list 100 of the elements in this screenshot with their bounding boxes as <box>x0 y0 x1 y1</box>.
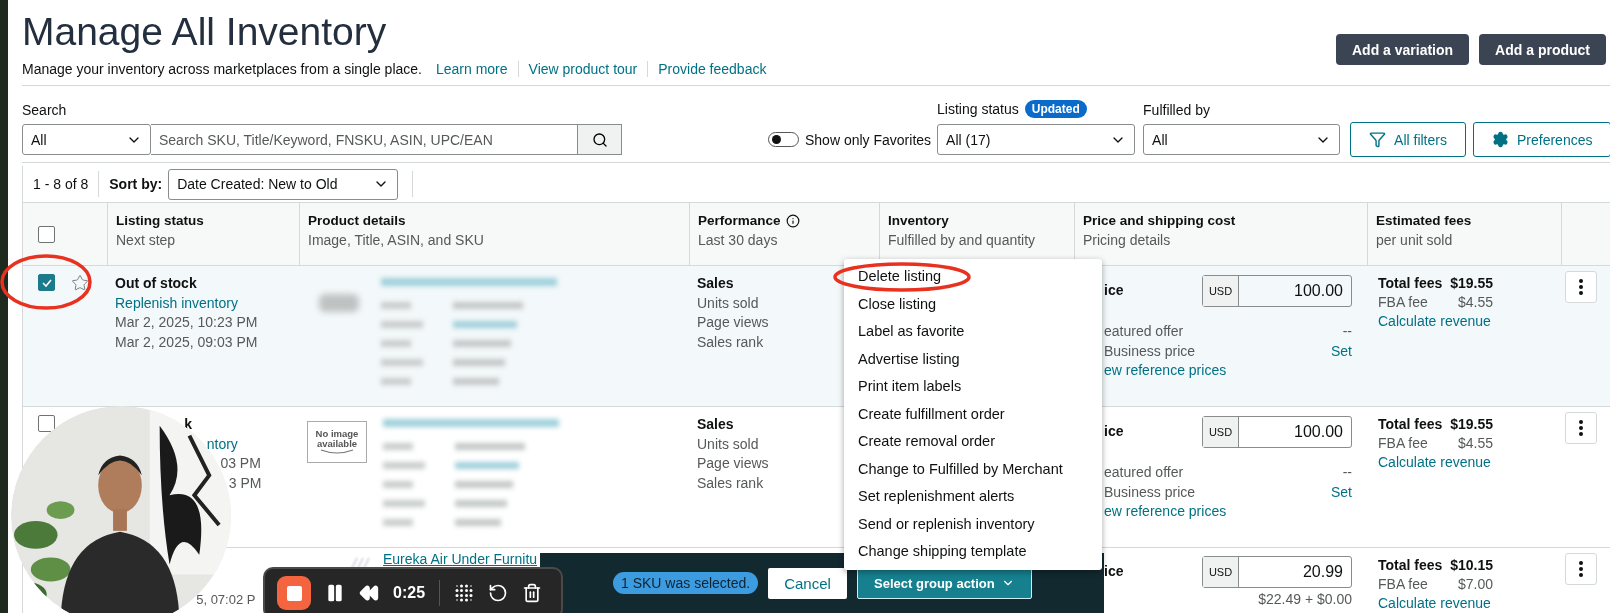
column-subtitle: Pricing details <box>1083 232 1172 248</box>
listing-status-select[interactable]: All (17) <box>937 124 1136 155</box>
header-link[interactable]: Provide feedback <box>647 60 777 77</box>
preferences-button[interactable]: Preferences <box>1472 122 1610 157</box>
menu-item[interactable]: Advertise listing <box>844 345 1102 373</box>
fees-label: Total fees <box>1378 415 1443 434</box>
filter-icon <box>1369 131 1387 148</box>
placeholder-text: No image available <box>314 429 360 449</box>
page-title: Manage All Inventory <box>22 9 387 52</box>
product-title-link[interactable]: Eureka Air Under Furnitu <box>383 550 538 570</box>
info-icon[interactable] <box>785 213 800 228</box>
pause-icon[interactable] <box>325 583 345 603</box>
fee-amount: $4.55 <box>1457 434 1493 453</box>
fulfilled-by-select[interactable]: All <box>1143 124 1341 155</box>
listing-date: 3 PM <box>228 473 262 493</box>
toggle-label: Show only Favorites <box>805 131 932 148</box>
search-field[interactable]: Search SKU, Title/Keyword, FNSKU, ASIN, UPC/EAN <box>151 124 578 155</box>
vertical-dots-icon <box>1579 420 1583 436</box>
select-all-checkbox[interactable] <box>38 225 55 243</box>
search-button[interactable] <box>578 124 622 155</box>
price-line-label: Business price <box>1104 482 1196 502</box>
more-actions-button[interactable] <box>1565 553 1597 585</box>
set-link[interactable]: Set <box>1331 482 1352 502</box>
recording-time: 0:25 <box>393 584 426 602</box>
price-line-value: -- <box>1342 322 1352 341</box>
calculate-revenue-link[interactable]: Calculate revenue <box>1378 594 1553 613</box>
price-input[interactable]: USD 100.00 <box>1202 416 1352 448</box>
fees-label: Total fees <box>1378 556 1443 575</box>
page-subtitle: Manage your inventory across marketplaces from a single place. <box>22 60 422 77</box>
favorites-toggle[interactable] <box>768 132 799 147</box>
updated-badge: Updated <box>1024 100 1087 118</box>
calculate-revenue-link[interactable]: Calculate revenue <box>1378 312 1553 332</box>
listing-date: 03 PM <box>220 454 261 473</box>
row-checkbox[interactable] <box>38 274 55 291</box>
selection-count: 1 SKU was selected. <box>613 572 759 594</box>
column-subtitle: Next step <box>116 232 177 248</box>
menu-item[interactable]: Send or replenish inventory <box>844 510 1102 538</box>
more-actions-button[interactable] <box>1565 412 1597 444</box>
more-actions-button[interactable] <box>1565 271 1597 303</box>
calculate-revenue-link[interactable]: Calculate revenue <box>1378 453 1553 473</box>
listing-status: Out of stock <box>115 274 197 293</box>
favorite-star-icon[interactable] <box>71 274 89 292</box>
trash-icon[interactable] <box>522 583 543 603</box>
fee-label: FBA fee <box>1378 434 1428 453</box>
filters-button[interactable]: All filters <box>1350 122 1466 157</box>
price-input[interactable]: USD 100.00 <box>1202 275 1352 307</box>
column-subtitle: per unit sold <box>1376 232 1454 248</box>
header-link[interactable]: View product tour <box>517 60 648 77</box>
performance-title: Sales <box>697 415 735 434</box>
menu-item[interactable]: Create fulfillment order <box>844 400 1102 428</box>
stop-button[interactable] <box>277 576 311 610</box>
menu-item[interactable]: Close listing <box>844 290 1102 318</box>
price-line-value: $22.49 + $0.00 <box>1258 589 1352 609</box>
header-link[interactable]: Learn more <box>435 60 518 77</box>
column-title: Estimated fees <box>1376 213 1473 228</box>
fee-label: FBA fee <box>1378 293 1428 312</box>
result-count: 1 - 8 of 8 <box>23 171 100 197</box>
menu-item[interactable]: Change to Fulfilled by Merchant <box>844 455 1102 483</box>
price-input[interactable]: USD 20.99 <box>1202 556 1352 588</box>
menu-item[interactable]: Delete listing <box>844 263 1102 291</box>
column-title: Inventory <box>888 213 950 228</box>
column-title: Performance <box>698 213 871 228</box>
price-line-label: eatured offer <box>1104 463 1184 482</box>
dots-grid-icon[interactable] <box>454 583 475 603</box>
menu-item[interactable]: Set replenishment alerts <box>844 483 1102 511</box>
fees-total: $10.15 <box>1450 556 1493 575</box>
listing-date: 5, 07:02 P <box>196 591 256 609</box>
column-title: Product details <box>308 213 407 228</box>
listing-date: Mar 2, 2025, 10:23 PM <box>115 313 258 332</box>
menu-item[interactable]: Label as favorite <box>844 318 1102 346</box>
filter-label: Fulfilled by <box>1143 102 1211 118</box>
column-subtitle: Fulfilled by and quantity <box>888 232 1037 248</box>
rewind-icon[interactable] <box>359 583 379 603</box>
fees-total: $19.55 <box>1450 415 1493 434</box>
menu-item[interactable]: Create removal order <box>844 428 1102 456</box>
listing-date: Mar 2, 2025, 09:03 PM <box>115 332 258 352</box>
restart-icon[interactable] <box>488 583 509 603</box>
fee-amount: $4.55 <box>1457 293 1493 312</box>
sort-select[interactable]: Date Created: New to Old <box>168 168 399 200</box>
performance-metric: Sales rank <box>697 473 765 493</box>
price-line-value: -- <box>1342 463 1352 482</box>
price-label: ice <box>1104 562 1124 582</box>
menu-item[interactable]: Change shipping template <box>844 538 1102 566</box>
next-step-link[interactable]: Replenish inventory <box>115 293 238 313</box>
set-link[interactable]: Set <box>1331 341 1352 361</box>
column-title: Listing status <box>116 213 205 228</box>
header-button[interactable]: Add a variation <box>1335 34 1470 65</box>
row-checkbox[interactable] <box>38 415 55 432</box>
header-button[interactable]: Add a product <box>1479 34 1606 65</box>
price-label: ice <box>1104 281 1124 301</box>
filter-label: Listing status <box>937 101 1019 117</box>
price-label: ice <box>1104 422 1124 442</box>
cancel-button[interactable]: Cancel <box>768 567 847 599</box>
next-step-link[interactable]: ntory <box>206 434 238 454</box>
vertical-dots-icon <box>1579 561 1583 577</box>
search-scope-select[interactable]: All <box>22 124 151 155</box>
column-title: Price and shipping cost <box>1083 213 1237 228</box>
sort-label: Sort by: <box>109 176 163 192</box>
search-label: Search <box>22 102 68 118</box>
menu-item[interactable]: Print item labels <box>844 373 1102 401</box>
